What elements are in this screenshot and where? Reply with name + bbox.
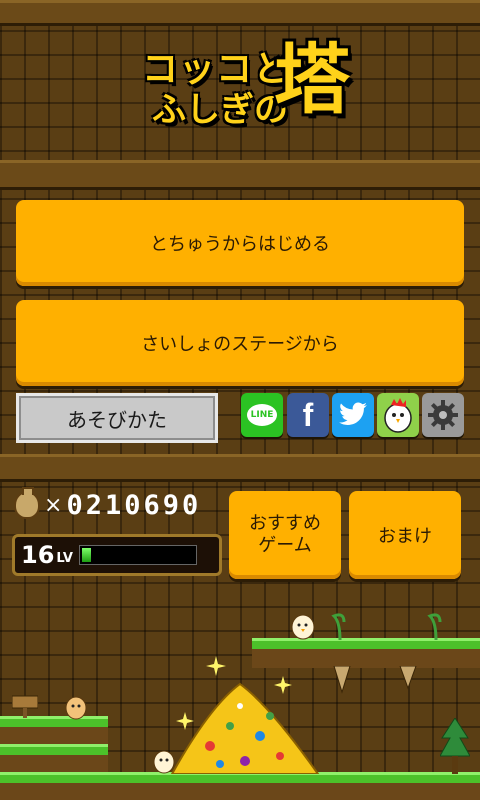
twitter-bird-icon bbox=[339, 402, 367, 425]
money-bag-icon bbox=[14, 487, 40, 519]
chicken-face-icon bbox=[384, 398, 412, 433]
chicken-icon[interactable] bbox=[377, 393, 419, 437]
hanging-spikes bbox=[333, 666, 417, 694]
line-icon[interactable]: LINE bbox=[241, 393, 283, 437]
upper-right-platform bbox=[252, 646, 480, 668]
level-number: 16 bbox=[21, 541, 55, 569]
continue-label: とちゅうからはじめる bbox=[150, 234, 330, 255]
level-progress-fill bbox=[81, 548, 91, 562]
level-unit: LV bbox=[56, 550, 73, 566]
start-label: さいしょのステージから bbox=[141, 334, 339, 355]
beam-1 bbox=[0, 160, 480, 190]
top-beam bbox=[0, 0, 480, 26]
twitter-icon[interactable] bbox=[332, 393, 374, 437]
recommend-label-1: おすすめ bbox=[249, 513, 321, 534]
gear-icon[interactable] bbox=[422, 393, 464, 437]
facebook-label: f bbox=[302, 396, 314, 433]
line-label: LINE bbox=[247, 404, 277, 426]
chick-character bbox=[291, 614, 315, 640]
settings-gear-icon bbox=[428, 400, 458, 430]
bonus-button[interactable]: おまけ bbox=[349, 491, 461, 579]
pine-tree bbox=[440, 718, 470, 774]
signpost bbox=[12, 695, 38, 718]
chick-character-3 bbox=[153, 750, 175, 774]
recommend-label-2: ゲーム bbox=[258, 535, 312, 556]
logo-line2: ふしぎの bbox=[152, 90, 288, 130]
coin-count: 0210690 bbox=[66, 489, 202, 521]
left-step-grass-2 bbox=[0, 744, 108, 755]
chick-character-2 bbox=[65, 696, 87, 720]
how-to-play-button[interactable]: あそびかた bbox=[16, 393, 218, 443]
fern-plant bbox=[331, 613, 346, 640]
facebook-icon[interactable]: f bbox=[287, 393, 329, 437]
game-logo: コッコと ふしぎの 塔 bbox=[120, 35, 360, 131]
ground bbox=[0, 780, 480, 800]
continue-button[interactable]: とちゅうからはじめる bbox=[16, 200, 464, 286]
recommended-games-button[interactable]: おすすめ ゲーム bbox=[229, 491, 341, 579]
bonus-label: おまけ bbox=[378, 526, 432, 547]
level-display: 16 LV bbox=[12, 534, 222, 576]
coin-counter: × 0210690 bbox=[14, 487, 202, 521]
logo-tower-kanji: 塔 bbox=[274, 35, 350, 124]
sparkle-icon bbox=[274, 676, 292, 694]
coin-multiplier: × bbox=[44, 492, 63, 518]
sparkle-icon bbox=[176, 712, 194, 730]
beam-2 bbox=[0, 454, 480, 482]
fern-plant-2 bbox=[427, 613, 442, 640]
how-to-play-label: あそびかた bbox=[67, 407, 167, 432]
start-from-beginning-button[interactable]: さいしょのステージから bbox=[16, 300, 464, 386]
sparkle-icon bbox=[206, 656, 226, 676]
level-progress-bar bbox=[78, 545, 197, 565]
